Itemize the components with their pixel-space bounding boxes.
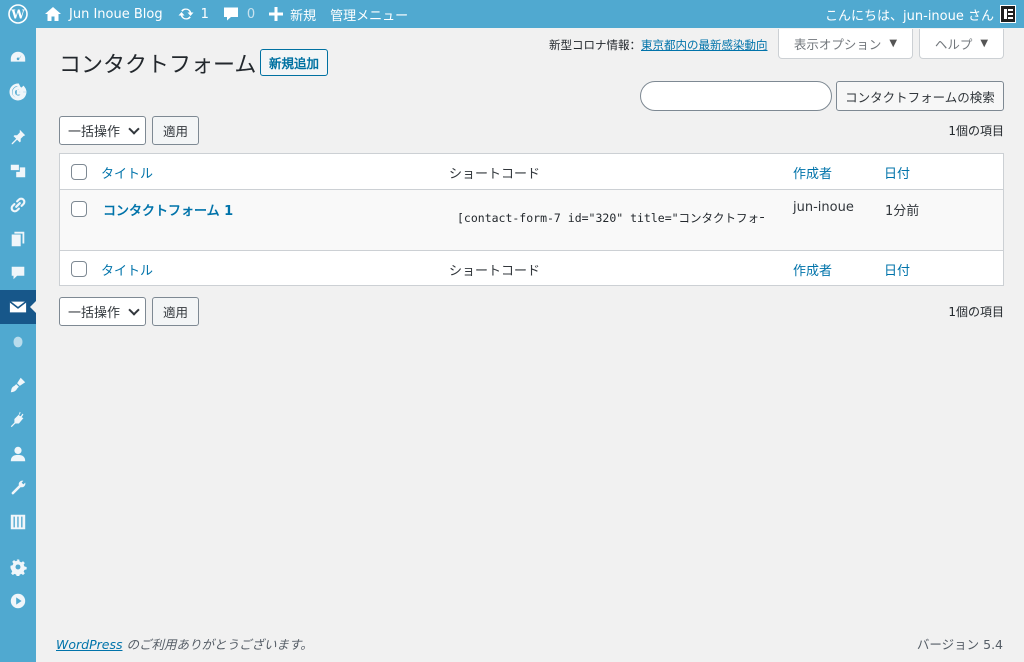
column-shortcode-footer: ショートコード xyxy=(449,264,541,279)
column-author-header[interactable]: 作成者 xyxy=(793,163,832,182)
play-icon[interactable] xyxy=(0,587,36,615)
admin-sidebar xyxy=(0,28,37,662)
bulk-action-select-top[interactable]: 一括操作 xyxy=(59,116,146,145)
comments-count: 0 xyxy=(246,6,256,22)
updates-icon xyxy=(178,8,194,20)
new-label: 新規 xyxy=(290,8,317,24)
comments-icon[interactable] xyxy=(0,259,36,287)
admin-menu-link[interactable]: 管理メニュー xyxy=(323,0,415,28)
notice-link[interactable]: 東京都内の最新感染動向 xyxy=(641,38,768,52)
pages-icon[interactable] xyxy=(0,225,36,253)
updates-link[interactable]: 1 xyxy=(170,0,216,28)
search-input[interactable] xyxy=(640,81,832,111)
my-account[interactable]: こんにちは、jun-inoue さん xyxy=(825,0,1024,28)
date-text: 1分前 xyxy=(885,204,920,219)
select-all-checkbox-footer[interactable] xyxy=(71,261,87,277)
column-date-footer[interactable]: 日付 xyxy=(884,260,910,279)
svg-text:W: W xyxy=(10,8,25,22)
settings-sliders-icon[interactable] xyxy=(0,508,36,536)
table-row: コンタクトフォーム 1 [contact-form-7 id="320" tit… xyxy=(60,190,1003,250)
plugins-icon[interactable] xyxy=(0,405,36,433)
settings-gear-icon[interactable] xyxy=(0,553,36,581)
google-icon[interactable] xyxy=(0,78,36,106)
row-checkbox[interactable] xyxy=(71,201,87,217)
home-icon xyxy=(45,7,61,21)
dashboard-icon[interactable] xyxy=(0,44,36,72)
help-label: ヘルプ xyxy=(934,37,973,52)
form-title-link[interactable]: コンタクトフォーム 1 xyxy=(103,200,233,219)
users-icon[interactable] xyxy=(0,440,36,468)
tools-icon[interactable] xyxy=(0,474,36,502)
shortcode-text[interactable]: [contact-form-7 id="320" title="コンタクトフォー… xyxy=(457,210,764,226)
updates-count: 1 xyxy=(200,6,209,22)
footer-thanks-text: のご利用ありがとうございます。 xyxy=(122,637,313,652)
column-title-header[interactable]: タイトル xyxy=(101,163,153,182)
wordpress-logo-icon[interactable]: W xyxy=(0,0,37,28)
circle-icon[interactable] xyxy=(0,328,36,356)
chevron-down-icon xyxy=(128,304,140,316)
item-count-top: 1個の項目 xyxy=(948,124,1004,138)
column-date-header[interactable]: 日付 xyxy=(884,163,910,182)
footer-thanks: WordPress のご利用ありがとうございます。 xyxy=(56,634,313,653)
screen-options-label: 表示オプション xyxy=(793,37,882,52)
column-author-footer[interactable]: 作成者 xyxy=(793,260,832,279)
apply-button-top[interactable]: 適用 xyxy=(152,116,199,145)
comments-link[interactable]: 0 xyxy=(216,0,262,28)
column-shortcode-header: ショートコード xyxy=(449,167,541,182)
site-name-link[interactable]: Jun Inoue Blog xyxy=(37,0,170,28)
plus-icon xyxy=(269,7,284,21)
select-all-checkbox[interactable] xyxy=(71,164,87,180)
add-new-button[interactable]: 新規追加 xyxy=(260,49,329,76)
covid-notice: 新型コロナ情報：東京都内の最新感染動向 xyxy=(549,37,768,53)
site-name: Jun Inoue Blog xyxy=(69,6,163,22)
triangle-down-icon: ▼ xyxy=(889,38,898,49)
forms-table: タイトル ショートコード 作成者 日付 コンタクトフォーム 1 [contact… xyxy=(59,153,1004,286)
greeting-text: こんにちは、jun-inoue さん xyxy=(825,8,994,24)
notice-prefix: 新型コロナ情報： xyxy=(549,38,641,52)
bulk-action-label: 一括操作 xyxy=(68,306,121,321)
table-header-row: タイトル ショートコード 作成者 日付 xyxy=(60,154,1003,190)
apply-button-bottom[interactable]: 適用 xyxy=(152,297,199,326)
avatar[interactable] xyxy=(1000,5,1016,23)
wordpress-link[interactable]: WordPress xyxy=(56,637,122,652)
triangle-down-icon: ▼ xyxy=(980,38,989,49)
admin-bar: W Jun Inoue Blog 1 0 新規 管理メニュー こんにちは、jun… xyxy=(0,0,1024,28)
pin-icon[interactable] xyxy=(0,123,36,151)
footer-version: バージョン 5.4 xyxy=(916,637,1003,652)
search-button[interactable]: コンタクトフォームの検索 xyxy=(836,81,1004,111)
author-text: jun-inoue xyxy=(793,200,854,215)
admin-menu-label: 管理メニュー xyxy=(330,8,409,24)
screen-options-button[interactable]: 表示オプション ▼ xyxy=(778,29,913,59)
comment-bubble-icon xyxy=(223,7,238,21)
chevron-down-icon xyxy=(128,123,140,135)
links-icon[interactable] xyxy=(0,191,36,219)
appearance-icon[interactable] xyxy=(0,371,36,399)
column-title-footer[interactable]: タイトル xyxy=(101,260,153,279)
new-content-link[interactable]: 新規 xyxy=(262,0,323,28)
table-footer-row: タイトル ショートコード 作成者 日付 xyxy=(60,250,1003,286)
bulk-action-select-bottom[interactable]: 一括操作 xyxy=(59,297,146,326)
media-icon[interactable] xyxy=(0,157,36,185)
bulk-action-label: 一括操作 xyxy=(68,125,121,140)
help-button[interactable]: ヘルプ ▼ xyxy=(919,29,1004,59)
contact-mail-icon[interactable] xyxy=(0,290,37,324)
page-title: コンタクトフォーム xyxy=(59,53,257,78)
item-count-bottom: 1個の項目 xyxy=(948,305,1004,319)
